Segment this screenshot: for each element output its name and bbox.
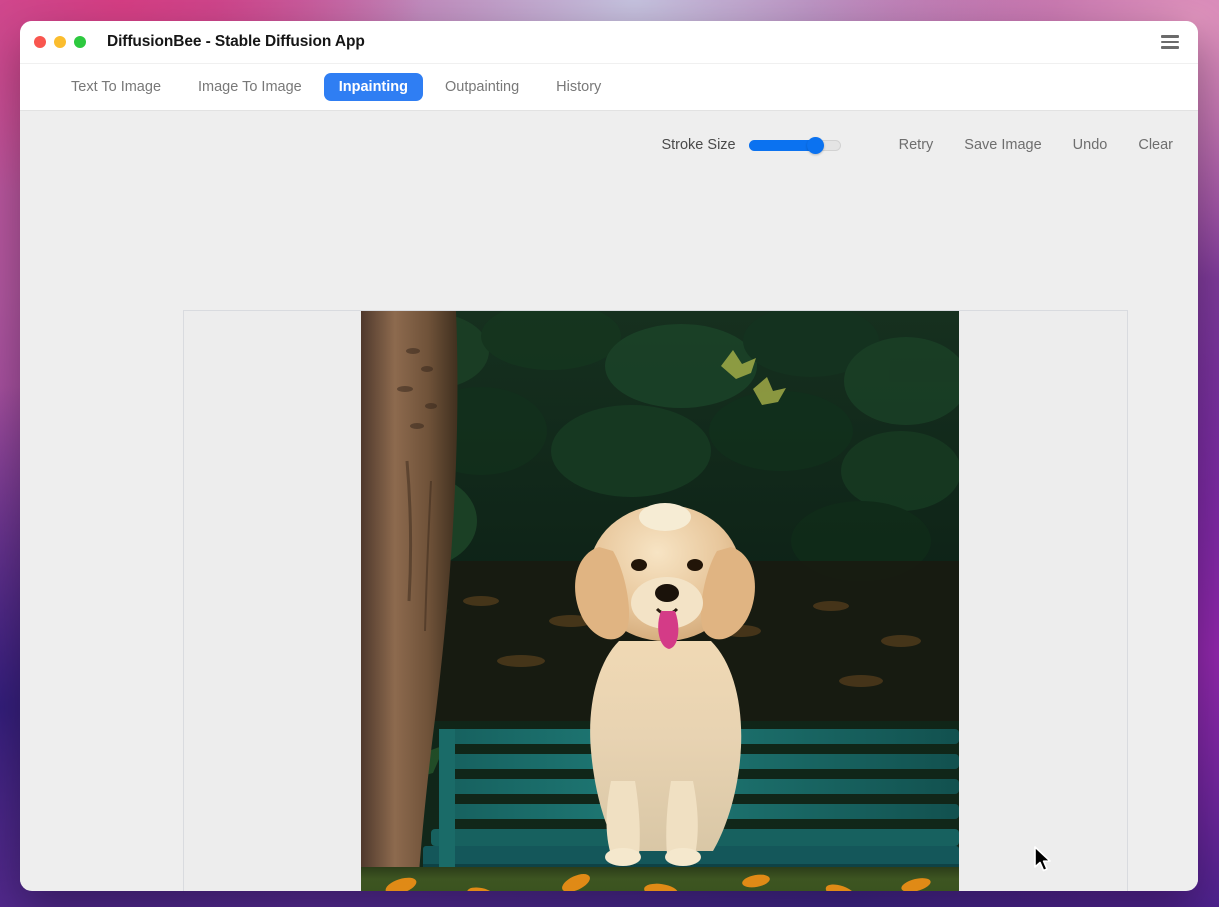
canvas-toolbar: Stroke Size Retry Save Image Undo Clear — [20, 111, 1198, 159]
inpainting-canvas[interactable] — [183, 310, 1128, 891]
hamburger-line — [1161, 35, 1179, 38]
tab-outpainting[interactable]: Outpainting — [430, 73, 534, 101]
maximize-window-icon[interactable] — [74, 36, 86, 48]
clear-button[interactable]: Clear — [1138, 137, 1173, 153]
content-area: Stroke Size Retry Save Image Undo Clear — [20, 111, 1198, 891]
hamburger-line — [1161, 40, 1179, 44]
window-title: DiffusionBee - Stable Diffusion App — [107, 33, 365, 50]
main-tab-bar: Text To Image Image To Image Inpainting … — [20, 64, 1198, 111]
stroke-size-slider[interactable] — [748, 136, 841, 154]
slider-fill — [748, 139, 816, 151]
save-image-button[interactable]: Save Image — [964, 137, 1041, 153]
window-controls — [34, 36, 86, 48]
tab-inpainting[interactable]: Inpainting — [323, 73, 423, 101]
retry-button[interactable]: Retry — [899, 137, 934, 153]
hamburger-menu-icon[interactable] — [1159, 33, 1181, 51]
app-window: DiffusionBee - Stable Diffusion App Text… — [20, 21, 1198, 891]
source-image[interactable] — [361, 311, 959, 891]
minimize-window-icon[interactable] — [54, 36, 66, 48]
slider-thumb[interactable] — [807, 136, 825, 154]
window-titlebar: DiffusionBee - Stable Diffusion App — [20, 21, 1198, 64]
desktop-wallpaper: DiffusionBee - Stable Diffusion App Text… — [0, 0, 1219, 907]
tab-text-to-image[interactable]: Text To Image — [56, 73, 176, 101]
dog-on-bench-photo — [361, 311, 959, 891]
undo-button[interactable]: Undo — [1073, 137, 1108, 153]
tab-history[interactable]: History — [541, 73, 616, 101]
tab-image-to-image[interactable]: Image To Image — [183, 73, 317, 101]
hamburger-line — [1161, 46, 1179, 49]
stroke-size-label: Stroke Size — [661, 137, 736, 153]
close-window-icon[interactable] — [34, 36, 46, 48]
